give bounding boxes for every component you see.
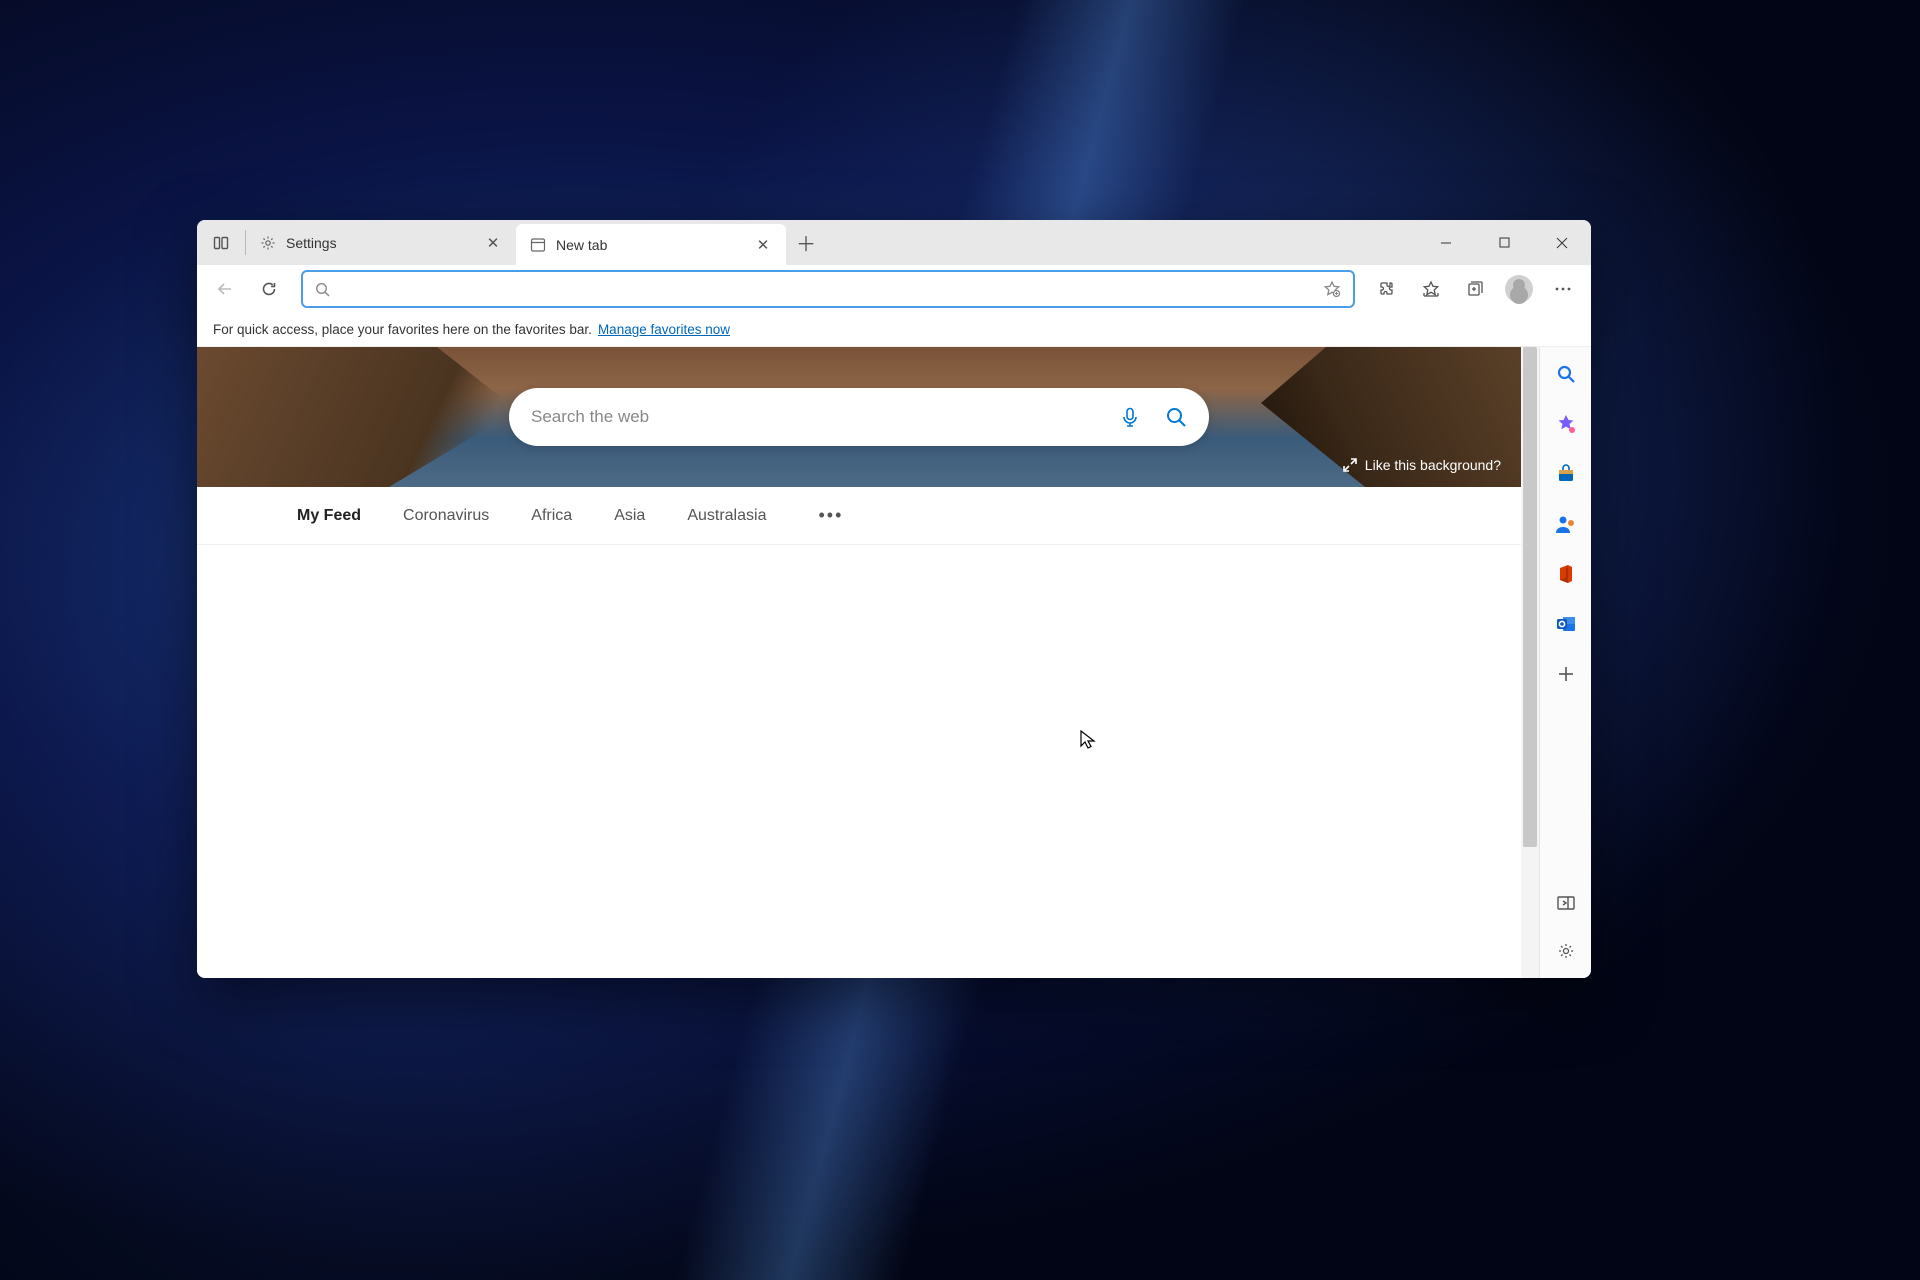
microphone-icon[interactable] bbox=[1119, 406, 1141, 428]
browser-window: Settings ✕ New tab ✕ ＋ For qu bbox=[197, 220, 1591, 978]
page-scrollbar[interactable] bbox=[1521, 347, 1539, 978]
sidebar-collapse-icon[interactable] bbox=[1553, 890, 1579, 916]
gear-icon bbox=[260, 235, 276, 251]
tab-close-button[interactable]: ✕ bbox=[754, 236, 772, 254]
tab-actions-button[interactable] bbox=[197, 220, 245, 265]
sidebar-search-icon[interactable] bbox=[1553, 361, 1579, 387]
tab-new-tab[interactable]: New tab ✕ bbox=[516, 224, 786, 265]
sidebar-add-button[interactable] bbox=[1553, 661, 1579, 687]
feed-tab-coronavirus[interactable]: Coronavirus bbox=[403, 507, 489, 525]
background-like-prompt[interactable]: Like this background? bbox=[1343, 457, 1501, 473]
profile-avatar[interactable] bbox=[1505, 275, 1533, 303]
feed-nav: My Feed Coronavirus Africa Asia Australa… bbox=[197, 487, 1521, 545]
feed-more-button[interactable]: ••• bbox=[818, 505, 843, 526]
search-icon bbox=[315, 282, 330, 297]
window-controls bbox=[1417, 220, 1591, 265]
collections-button[interactable] bbox=[1455, 269, 1495, 309]
scrollbar-thumb[interactable] bbox=[1523, 347, 1537, 847]
tab-settings[interactable]: Settings ✕ bbox=[246, 220, 516, 265]
search-icon[interactable] bbox=[1165, 406, 1187, 428]
new-tab-button[interactable]: ＋ bbox=[786, 220, 826, 265]
expand-icon bbox=[1343, 458, 1357, 472]
maximize-button[interactable] bbox=[1475, 220, 1533, 265]
sidebar-shopping-icon[interactable] bbox=[1553, 461, 1579, 487]
sidebar-discover-icon[interactable] bbox=[1553, 411, 1579, 437]
feed-tab-asia[interactable]: Asia bbox=[614, 507, 645, 525]
favorite-star-icon[interactable] bbox=[1323, 280, 1341, 298]
sidebar-settings-icon[interactable] bbox=[1553, 938, 1579, 964]
favorites-hint-text: For quick access, place your favorites h… bbox=[213, 322, 592, 337]
web-search-box[interactable]: Search the web bbox=[509, 388, 1209, 446]
feed-tab-australasia[interactable]: Australasia bbox=[687, 507, 766, 525]
feed-tab-myfeed[interactable]: My Feed bbox=[297, 507, 361, 525]
menu-button[interactable] bbox=[1543, 269, 1583, 309]
favorites-button[interactable] bbox=[1411, 269, 1451, 309]
refresh-button[interactable] bbox=[249, 269, 289, 309]
web-search-placeholder: Search the web bbox=[531, 407, 1119, 427]
edge-sidebar bbox=[1539, 347, 1591, 978]
tab-title: Settings bbox=[286, 235, 474, 251]
extensions-button[interactable] bbox=[1367, 269, 1407, 309]
address-input[interactable] bbox=[340, 281, 1323, 298]
close-window-button[interactable] bbox=[1533, 220, 1591, 265]
titlebar: Settings ✕ New tab ✕ ＋ bbox=[197, 220, 1591, 265]
titlebar-drag[interactable] bbox=[826, 220, 1417, 265]
favorites-bar: For quick access, place your favorites h… bbox=[197, 313, 1591, 347]
sidebar-outlook-icon[interactable] bbox=[1553, 611, 1579, 637]
address-bar[interactable] bbox=[301, 270, 1355, 308]
tab-title: New tab bbox=[556, 237, 744, 253]
ntp-icon bbox=[530, 237, 546, 253]
tab-close-button[interactable]: ✕ bbox=[484, 234, 502, 252]
minimize-button[interactable] bbox=[1417, 220, 1475, 265]
content-area: Search the web Like this background? My … bbox=[197, 347, 1591, 978]
feed-body bbox=[197, 545, 1521, 978]
back-button[interactable] bbox=[205, 269, 245, 309]
sidebar-people-icon[interactable] bbox=[1553, 511, 1579, 537]
feed-tab-africa[interactable]: Africa bbox=[531, 507, 572, 525]
hero-banner: Search the web Like this background? bbox=[197, 347, 1521, 487]
bg-like-text: Like this background? bbox=[1365, 457, 1501, 473]
sidebar-office-icon[interactable] bbox=[1553, 561, 1579, 587]
manage-favorites-link[interactable]: Manage favorites now bbox=[598, 322, 730, 337]
cursor-icon bbox=[1080, 730, 1096, 750]
hero-bg-left bbox=[197, 347, 517, 487]
toolbar bbox=[197, 265, 1591, 313]
new-tab-page: Search the web Like this background? My … bbox=[197, 347, 1521, 978]
